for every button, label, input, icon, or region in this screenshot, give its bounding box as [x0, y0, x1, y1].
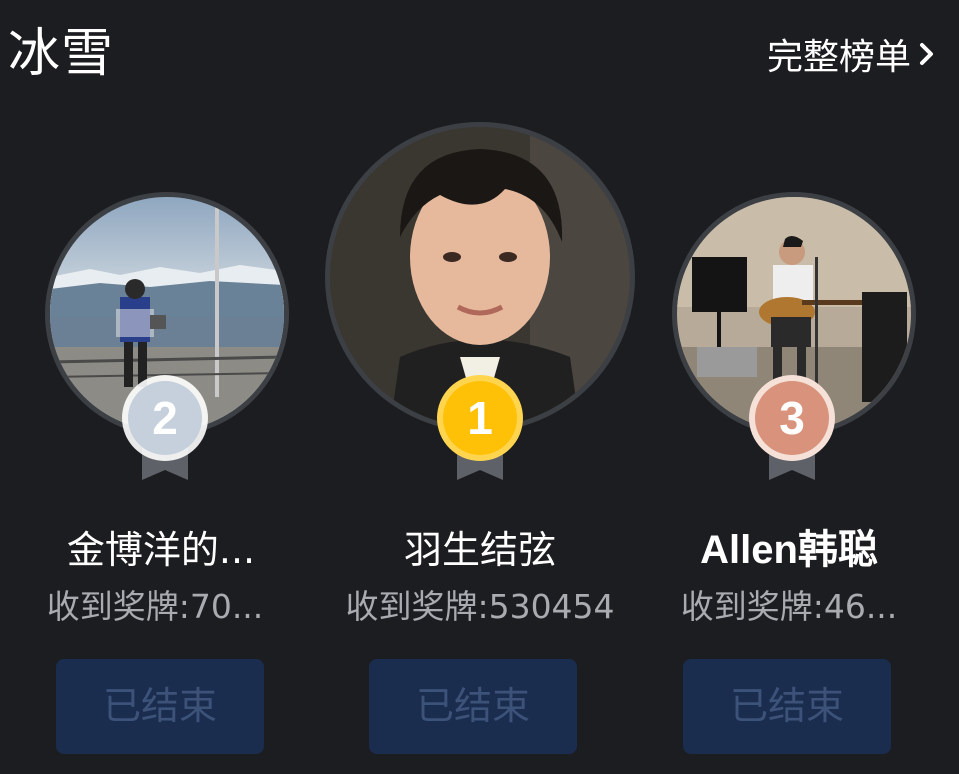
- rank-number: 1: [467, 392, 493, 444]
- status-ended-button[interactable]: 已结束: [683, 659, 891, 754]
- ranking-card-2[interactable]: 2 金博洋的... 收到奖牌:70... 已结束: [0, 0, 320, 774]
- medal-count: 收到奖牌:46...: [680, 587, 898, 626]
- rank-number: 2: [152, 392, 178, 444]
- medal-count: 收到奖牌:530454: [345, 587, 615, 626]
- status-ended-button[interactable]: 已结束: [369, 659, 577, 754]
- rank-number: 3: [779, 392, 805, 444]
- ranking-card-1[interactable]: 1 羽生结弦 收到奖牌:530454 已结束: [320, 0, 640, 774]
- player-name: Allen韩聪: [700, 528, 878, 572]
- ranking-card-3[interactable]: 3 Allen韩聪 收到奖牌:46... 已结束: [634, 0, 954, 774]
- status-ended-button[interactable]: 已结束: [56, 659, 264, 754]
- player-name: 金博洋的...: [66, 528, 256, 572]
- medal-count: 收到奖牌:70...: [46, 587, 264, 626]
- player-name: 羽生结弦: [403, 528, 556, 572]
